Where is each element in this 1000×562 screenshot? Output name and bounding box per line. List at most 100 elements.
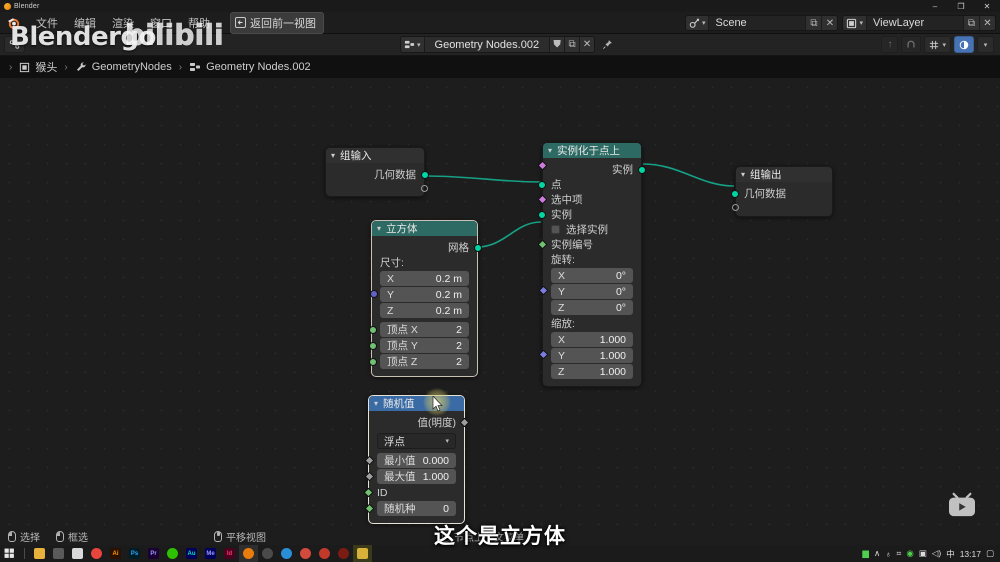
breadcrumb-label: GeometryNodes <box>91 61 172 73</box>
node-output-row[interactable]: 几何数据 <box>326 167 429 182</box>
pick-instance-checkbox[interactable] <box>551 225 560 234</box>
node-virtual-input-row[interactable] <box>732 201 832 214</box>
chevron-down-icon[interactable]: ▾ <box>331 151 335 160</box>
scale-input-socket[interactable] <box>538 349 549 360</box>
rotation-x-field[interactable]: X 0° <box>538 268 633 296</box>
scene-new-button[interactable]: ⧉ <box>805 16 822 30</box>
instances-output-socket[interactable] <box>638 166 646 174</box>
overlays-toggle-button[interactable] <box>954 36 974 53</box>
viewlayer-selector[interactable]: ▾ ViewLayer ⧉ ✕ <box>842 15 996 31</box>
virtual-output-socket[interactable] <box>421 185 428 192</box>
chevron-down-icon[interactable]: ▾ <box>374 399 378 408</box>
node-cube[interactable]: ▾ 立方体 网格 尺寸: X 0.2 m Y 0.2 m Z 0.2 m 顶点 … <box>369 220 482 377</box>
cube-size-x-field[interactable]: X 0.2 m <box>370 271 469 298</box>
fake-user-button[interactable]: ⛊ <box>549 37 565 52</box>
node-header[interactable]: ▾ 组输出 <box>736 167 832 182</box>
scene-unlink-button[interactable]: ✕ <box>821 16 838 30</box>
pin-button[interactable] <box>598 36 617 53</box>
scene-name[interactable]: Scene <box>709 17 805 29</box>
back-to-previous-view-button[interactable]: 返回前一视图 <box>230 11 324 34</box>
id-input-row[interactable]: ID <box>363 485 464 500</box>
scale-y-field[interactable]: Y 1.000 <box>551 348 633 363</box>
input-instance-row[interactable]: 实例 <box>538 207 641 222</box>
minimize-button[interactable]: – <box>922 0 948 12</box>
scale-x-field[interactable]: X 1.000 <box>538 332 633 360</box>
id-input-socket[interactable] <box>363 487 374 498</box>
value-output-socket[interactable] <box>459 417 470 428</box>
cube-size-z-field[interactable]: Z 0.2 m <box>380 303 469 318</box>
input-instance-index-row[interactable]: 实例编号 <box>537 237 641 252</box>
rotation-y-field[interactable]: Y 0° <box>551 284 633 299</box>
geometry-input-socket[interactable] <box>731 190 739 198</box>
input-pick-instance-row[interactable]: 选择实例 <box>537 160 641 237</box>
maximize-button[interactable]: ❐ <box>948 0 974 12</box>
viewlayer-name[interactable]: ViewLayer <box>867 17 963 29</box>
cube-vertices-y-field[interactable]: 顶点 Y 2 <box>369 338 469 353</box>
instance-index-input-socket[interactable] <box>537 239 548 250</box>
breadcrumb-item-object[interactable]: 猴头 <box>19 59 57 75</box>
unlink-nodetree-button[interactable]: ✕ <box>579 37 595 52</box>
node-group-output[interactable]: ▾ 组输出 几何数据 <box>731 166 833 217</box>
points-input-socket[interactable] <box>538 181 546 189</box>
data-type-dropdown[interactable]: 浮点 ▾ <box>377 433 456 449</box>
max-input-socket[interactable] <box>364 471 375 482</box>
min-value-field[interactable]: 最小值 0.000 <box>364 453 456 468</box>
chevron-down-icon[interactable]: ▾ <box>377 224 381 233</box>
node-tree-name[interactable]: Geometry Nodes.002 <box>424 37 550 52</box>
clock[interactable]: 13:17 <box>960 549 981 559</box>
vertices-x-input-socket[interactable] <box>369 326 377 334</box>
node-output-row[interactable]: 实例 <box>543 162 646 177</box>
cube-vertices-z-field[interactable]: 顶点 Z 2 <box>369 354 469 369</box>
node-header[interactable]: ▾ 立方体 <box>372 221 477 236</box>
node-output-row[interactable]: 值(明度) <box>369 415 470 430</box>
selection-input-socket[interactable] <box>537 194 548 205</box>
node-input-row[interactable]: 几何数据 <box>731 186 832 201</box>
nodetree-icon <box>190 63 201 71</box>
breadcrumb-item-modifier[interactable]: GeometryNodes <box>75 61 172 73</box>
min-input-socket[interactable] <box>364 455 375 466</box>
vertices-z-input-socket[interactable] <box>369 358 377 366</box>
seed-input-socket[interactable] <box>364 503 375 514</box>
max-value-field[interactable]: 最大值 1.000 <box>364 469 456 484</box>
geometry-nodes-icon[interactable]: ▾ <box>401 37 425 52</box>
chevron-down-icon[interactable]: ▾ <box>741 170 745 179</box>
rotation-z-field[interactable]: Z 0° <box>551 300 633 315</box>
seed-field[interactable]: 随机种 0 <box>364 501 456 516</box>
node-header[interactable]: ▾ 实例化于点上 <box>543 143 641 158</box>
size-vector-input-socket[interactable] <box>370 290 378 298</box>
node-editor-canvas[interactable]: ▾ 组输入 几何数据 ▾ 立方体 网格 尺寸: X 0.2 m Y 0.2 m … <box>0 78 1000 528</box>
node-instance-on-points[interactable]: ▾ 实例化于点上 实例 点 选中项 实例 选择实例 实例编号 旋转: X 0° … <box>537 142 646 387</box>
node-output-row[interactable]: 网格 <box>372 240 482 255</box>
new-nodetree-button[interactable]: ⧉ <box>564 37 580 52</box>
geometry-output-socket[interactable] <box>421 171 429 179</box>
virtual-input-socket[interactable] <box>732 204 739 211</box>
instance-input-socket[interactable] <box>538 211 546 219</box>
viewlayer-icon[interactable]: ▾ <box>843 16 867 30</box>
scene-icon[interactable]: ▾ <box>685 16 710 30</box>
node-virtual-output-row[interactable] <box>326 182 428 195</box>
overlays-popover-button[interactable]: ▾ <box>977 36 994 53</box>
go-to-parent-button[interactable]: ↑ <box>881 36 899 53</box>
node-group-input[interactable]: ▾ 组输入 几何数据 <box>325 147 429 197</box>
scene-selector[interactable]: ▾ Scene ⧉ ✕ <box>684 15 839 31</box>
field-value: 2 <box>456 339 462 352</box>
node-tree-selector[interactable]: ▾ Geometry Nodes.002 ⛊ ⧉ ✕ <box>400 36 596 53</box>
microphone-icon[interactable]: ♁ <box>885 549 891 559</box>
input-selection-row[interactable]: 选中项 <box>537 192 641 207</box>
viewlayer-unlink-button[interactable]: ✕ <box>979 16 995 30</box>
scale-z-field[interactable]: Z 1.000 <box>551 364 633 379</box>
snap-settings-button[interactable]: ▾ <box>924 36 951 53</box>
input-points-row[interactable]: 点 <box>538 177 641 192</box>
cube-vertices-x-field[interactable]: 顶点 X 2 <box>369 322 469 337</box>
snap-magnet-button[interactable] <box>901 36 922 53</box>
node-random-value[interactable]: ▾ 随机值 值(明度) 浮点 ▾ 最小值 0.000 最大值 1.000 ID … <box>363 395 470 524</box>
breadcrumb-item-nodetree[interactable]: Geometry Nodes.002 <box>189 61 311 73</box>
viewlayer-new-button[interactable]: ⧉ <box>963 16 979 30</box>
rotation-input-socket[interactable] <box>538 285 549 296</box>
mesh-output-socket[interactable] <box>474 244 482 252</box>
vertices-y-input-socket[interactable] <box>369 342 377 350</box>
close-button[interactable]: ✕ <box>974 0 1000 12</box>
cube-size-y-field[interactable]: Y 0.2 m <box>380 287 469 302</box>
node-header[interactable]: ▾ 组输入 <box>326 148 424 163</box>
chevron-down-icon[interactable]: ▾ <box>548 146 552 155</box>
